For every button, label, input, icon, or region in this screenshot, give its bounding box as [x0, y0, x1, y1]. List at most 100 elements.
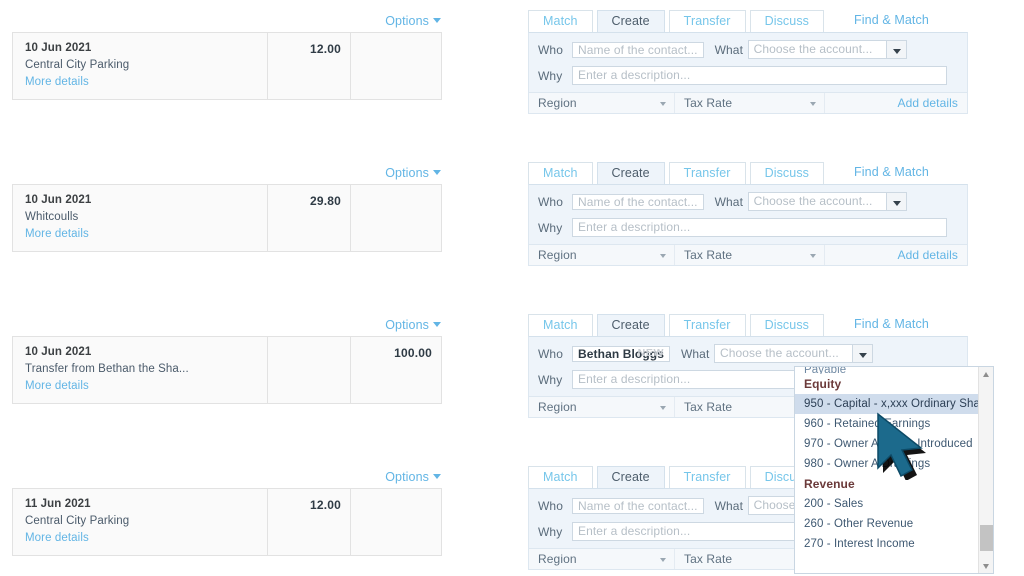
transaction-card[interactable]: 10 Jun 2021 Transfer from Bethan the Sha…: [12, 336, 442, 404]
tab-discuss[interactable]: Discuss: [749, 314, 825, 336]
transaction-payee: Central City Parking: [25, 515, 130, 527]
tab-create[interactable]: Create: [596, 314, 665, 336]
why-label: Why: [538, 220, 563, 235]
what-account-input[interactable]: Choose the account...: [747, 192, 886, 211]
tab-discuss[interactable]: Discuss: [749, 162, 825, 184]
transaction-spent-cell: 12.00: [268, 489, 351, 555]
who-input[interactable]: Name of the contact...: [572, 41, 704, 58]
dropdown-item-950[interactable]: 950 - Capital - x,xxx Ordinary Shares: [795, 394, 978, 414]
what-label: What: [714, 42, 744, 57]
tab-create[interactable]: Create: [596, 10, 665, 32]
region-select[interactable]: Region: [529, 397, 675, 417]
dropdown-group-equity: Equity: [804, 377, 842, 391]
why-label: Why: [538, 524, 563, 539]
tab-transfer[interactable]: Transfer: [668, 10, 746, 32]
dropdown-item-980[interactable]: 980 - Owner A Drawings: [795, 454, 978, 474]
options-link[interactable]: Options: [385, 14, 441, 28]
tax-rate-label: Tax Rate: [684, 552, 733, 566]
account-dropdown-toggle-icon[interactable]: [885, 192, 907, 211]
transaction-spent-amount: 12.00: [309, 498, 341, 512]
add-details-link[interactable]: Add details: [825, 93, 967, 113]
tab-match[interactable]: Match: [528, 314, 593, 336]
tax-rate-label: Tax Rate: [684, 96, 733, 110]
who-field-wrap: Name of the contact...: [572, 193, 704, 211]
transaction-received-amount: 100.00: [394, 346, 432, 360]
dropdown-item-200[interactable]: 200 - Sales: [795, 494, 978, 514]
tab-match[interactable]: Match: [528, 162, 593, 184]
find-and-match-link[interactable]: Find & Match: [854, 162, 929, 184]
transaction-block-2: Options 10 Jun 2021 Whitcoulls More deta…: [12, 164, 442, 252]
why-description-input[interactable]: Enter a description...: [572, 218, 947, 237]
more-details-link[interactable]: More details: [25, 378, 267, 395]
transaction-spent-amount: 29.80: [309, 194, 341, 208]
options-label: Options: [385, 318, 429, 332]
create-form-footer: Region Tax Rate Add details: [528, 245, 968, 266]
reconcile-tabs: Match Create Transfer Discuss Find & Mat…: [528, 9, 968, 32]
transaction-received-cell: [351, 489, 441, 555]
transaction-card[interactable]: 10 Jun 2021 Whitcoulls More details 29.8…: [12, 184, 442, 252]
transaction-payee: Whitcoulls: [25, 211, 79, 223]
more-details-link[interactable]: More details: [25, 226, 267, 243]
why-description-input[interactable]: Enter a description...: [572, 66, 947, 85]
scrollbar-thumb[interactable]: [980, 525, 993, 551]
options-link[interactable]: Options: [385, 318, 441, 332]
dropdown-item-270[interactable]: 270 - Interest Income: [795, 534, 978, 554]
options-label: Options: [385, 470, 429, 484]
who-input[interactable]: Name of the contact...: [572, 193, 704, 210]
scroll-down-arrow-icon[interactable]: [979, 559, 993, 573]
what-account-input[interactable]: Choose the account...: [713, 344, 852, 363]
transaction-block-3: Options 10 Jun 2021 Transfer from Bethan…: [12, 316, 442, 404]
tab-transfer[interactable]: Transfer: [668, 314, 746, 336]
tax-rate-select[interactable]: Tax Rate: [675, 245, 825, 265]
tab-match[interactable]: Match: [528, 466, 593, 488]
tab-discuss[interactable]: Discuss: [749, 10, 825, 32]
account-dropdown-toggle-icon[interactable]: [885, 40, 907, 59]
tab-match[interactable]: Match: [528, 10, 593, 32]
reconcile-panel-2: Match Create Transfer Discuss Find & Mat…: [528, 161, 968, 266]
tab-transfer[interactable]: Transfer: [668, 162, 746, 184]
dropdown-scrollbar[interactable]: [978, 367, 993, 573]
new-contact-badge: NEW: [637, 346, 664, 359]
dropdown-item-260[interactable]: 260 - Other Revenue: [795, 514, 978, 534]
chevron-down-icon: [660, 406, 666, 410]
more-details-link[interactable]: More details: [25, 74, 267, 91]
region-select[interactable]: Region: [529, 549, 675, 569]
reconcile-tabs: Match Create Transfer Discuss Find & Mat…: [528, 161, 968, 184]
tax-rate-select[interactable]: Tax Rate: [675, 93, 825, 113]
options-link[interactable]: Options: [385, 166, 441, 180]
transaction-payee: Transfer from Bethan the Sha...: [25, 363, 189, 375]
dropdown-item-960[interactable]: 960 - Retained Earnings: [795, 414, 978, 434]
add-details-link[interactable]: Add details: [825, 245, 967, 265]
options-link[interactable]: Options: [385, 470, 441, 484]
tab-transfer[interactable]: Transfer: [668, 466, 746, 488]
scroll-up-arrow-icon[interactable]: [979, 367, 993, 381]
tab-create[interactable]: Create: [596, 466, 665, 488]
options-row: Options: [12, 468, 442, 488]
tab-create[interactable]: Create: [596, 162, 665, 184]
transaction-payee: Central City Parking: [25, 59, 130, 71]
chevron-down-icon: [433, 170, 441, 175]
transaction-date: 10 Jun 2021: [25, 42, 92, 54]
account-dropdown-list[interactable]: Payable Equity 950 - Capital - x,xxx Ord…: [794, 366, 994, 574]
transaction-spent-cell: [268, 337, 351, 403]
transaction-description-cell: 10 Jun 2021 Central City Parking More de…: [13, 33, 268, 99]
dropdown-item-970[interactable]: 970 - Owner A Funds Introduced: [795, 434, 978, 454]
what-account-input[interactable]: Choose the account...: [747, 40, 886, 59]
transaction-card[interactable]: 10 Jun 2021 Central City Parking More de…: [12, 32, 442, 100]
transaction-spent-cell: 12.00: [268, 33, 351, 99]
options-row: Options: [12, 316, 442, 336]
find-and-match-link[interactable]: Find & Match: [854, 10, 929, 32]
dropdown-item-clipped[interactable]: Payable: [795, 367, 978, 374]
region-select[interactable]: Region: [529, 245, 675, 265]
more-details-link[interactable]: More details: [25, 530, 267, 547]
region-select[interactable]: Region: [529, 93, 675, 113]
account-dropdown-toggle-icon[interactable]: [851, 344, 873, 363]
find-and-match-link[interactable]: Find & Match: [854, 314, 929, 336]
chevron-down-icon: [810, 254, 816, 258]
what-label: What: [680, 346, 710, 361]
who-what-row: Who Bethan Bloggs NEW What Choose the ac…: [538, 344, 958, 363]
options-row: Options: [12, 164, 442, 184]
why-row: Why Enter a description...: [538, 218, 958, 237]
who-input[interactable]: Name of the contact...: [572, 497, 704, 514]
transaction-card[interactable]: 11 Jun 2021 Central City Parking More de…: [12, 488, 442, 556]
